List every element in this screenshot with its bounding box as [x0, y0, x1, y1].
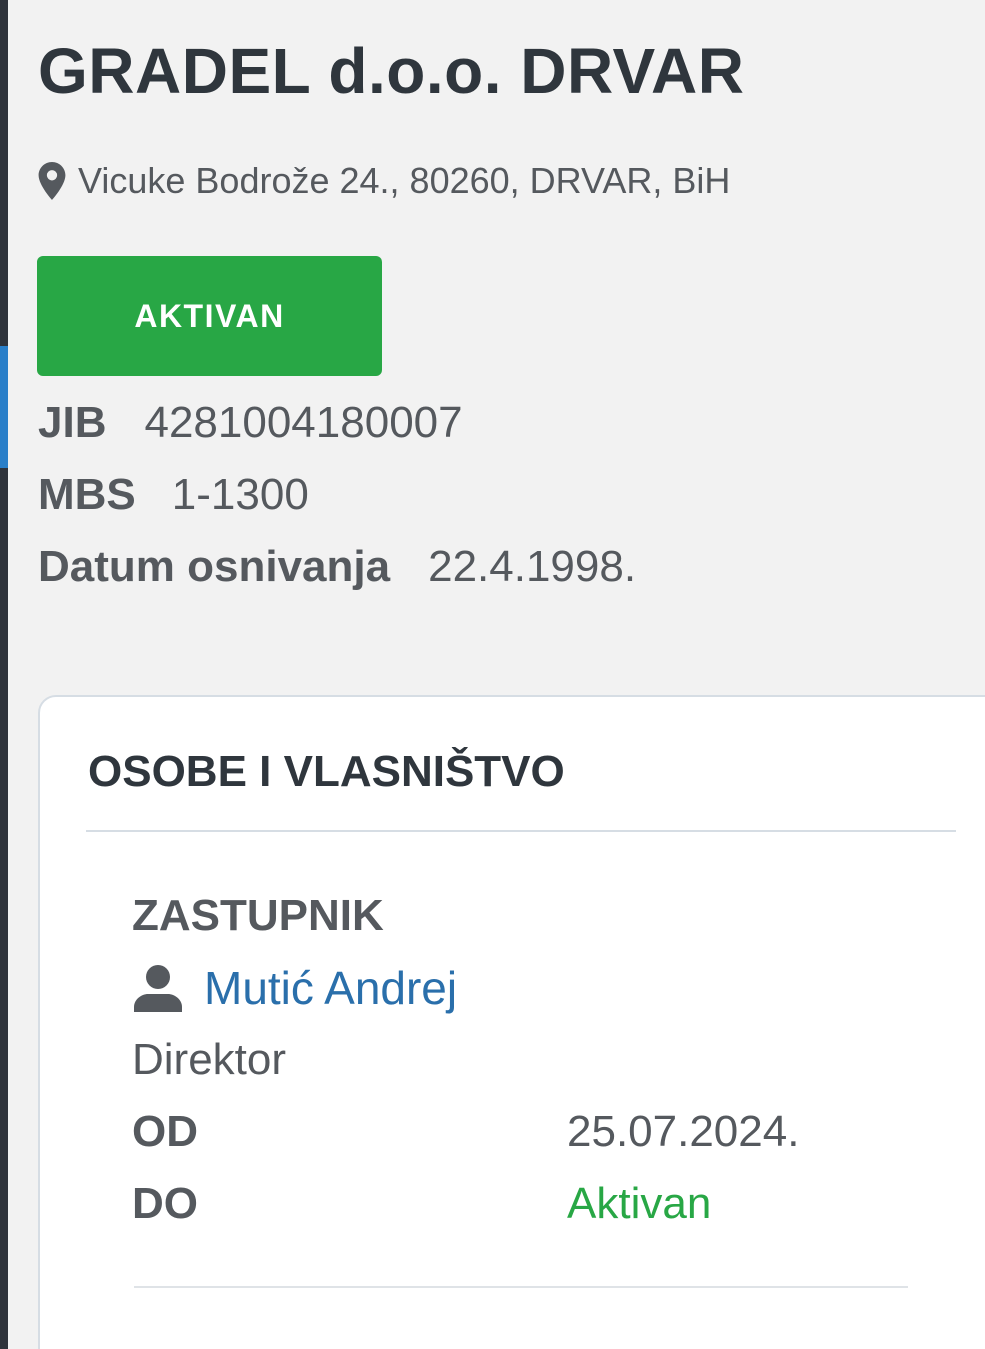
- jib-label: JIB: [38, 398, 107, 447]
- map-marker-icon: [38, 162, 66, 200]
- person-entry: Mutić Andrej: [132, 961, 457, 1015]
- from-value: 25.07.2024.: [567, 1107, 800, 1156]
- card-divider: [86, 830, 956, 832]
- founding-date-value: 22.4.1998.: [428, 542, 637, 591]
- role-heading: ZASTUPNIK: [132, 891, 384, 940]
- to-value: Aktivan: [567, 1179, 712, 1228]
- jib-value: 4281004180007: [144, 398, 463, 447]
- mbs-label: MBS: [38, 470, 136, 519]
- entry-divider: [134, 1286, 908, 1288]
- jib-row: JIB 4281004180007: [38, 398, 463, 448]
- company-title: GRADEL d.o.o. DRVAR: [38, 35, 745, 107]
- founding-date-label: Datum osnivanja: [38, 542, 391, 591]
- user-icon: [134, 965, 182, 1012]
- mbs-row: MBS 1-1300: [38, 470, 309, 520]
- persons-ownership-card: OSOBE I VLASNIŠTVO ZASTUPNIK Mutić Andre…: [38, 695, 985, 1349]
- person-position: Direktor: [132, 1035, 287, 1084]
- left-sidebar-active-indicator: [0, 346, 8, 468]
- status-active-button[interactable]: AKTIVAN: [37, 256, 382, 376]
- address-text: Vicuke Bodrože 24., 80260, DRVAR, BiH: [78, 160, 731, 201]
- company-detail-page: GRADEL d.o.o. DRVAR Vicuke Bodrože 24., …: [0, 0, 985, 1349]
- card-title: OSOBE I VLASNIŠTVO: [88, 747, 565, 796]
- person-name-link[interactable]: Mutić Andrej: [204, 961, 457, 1015]
- company-address: Vicuke Bodrože 24., 80260, DRVAR, BiH: [38, 160, 730, 202]
- mbs-value: 1-1300: [171, 470, 309, 519]
- founding-date-row: Datum osnivanja 22.4.1998.: [38, 542, 636, 592]
- from-label: OD: [132, 1107, 198, 1156]
- to-label: DO: [132, 1179, 198, 1228]
- left-sidebar-edge: [0, 0, 8, 1349]
